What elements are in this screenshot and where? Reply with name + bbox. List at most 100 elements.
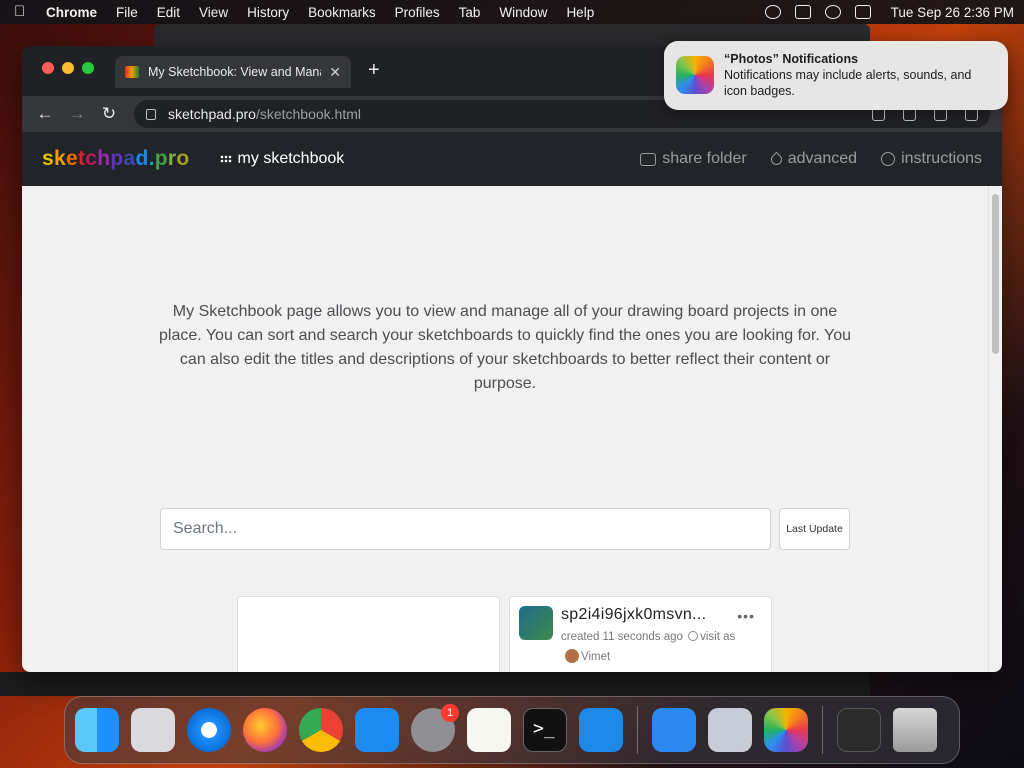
weather-icon[interactable]: [652, 708, 696, 752]
advanced-link[interactable]: advanced: [768, 150, 858, 168]
minimized-window-icon[interactable]: [837, 708, 881, 752]
reload-icon[interactable]: ↻: [98, 104, 120, 124]
menu-bar:  Chrome File Edit View History Bookmark…: [0, 0, 1024, 24]
logo-letter: p: [154, 147, 168, 170]
safari-icon[interactable]: [187, 708, 231, 752]
logo-letter: p: [110, 147, 124, 170]
wrench-icon: [768, 151, 784, 167]
chrome-icon[interactable]: [299, 708, 343, 752]
site-info-icon[interactable]: [146, 108, 156, 120]
photos-notification[interactable]: “Photos” Notifications Notifications may…: [664, 41, 1008, 110]
tab-sketchbook[interactable]: My Sketchbook: View and Manage ✕: [115, 56, 351, 88]
menu-tab[interactable]: Tab: [459, 5, 481, 20]
instructions-link[interactable]: instructions: [881, 150, 982, 168]
dock-separator: [637, 706, 638, 754]
intro-paragraph: My Sketchbook page allows you to view an…: [158, 303, 851, 392]
menu-window[interactable]: Window: [499, 5, 547, 20]
back-arrow-icon[interactable]: ←: [34, 104, 56, 124]
as-label: as: [723, 631, 736, 643]
forward-arrow-icon[interactable]: →: [66, 104, 88, 124]
grid-icon: [219, 155, 232, 163]
my-sketchbook-label: my sketchbook: [237, 150, 345, 167]
menu-app-chrome[interactable]: Chrome: [46, 5, 97, 20]
launchpad-icon[interactable]: [131, 708, 175, 752]
sketchboard-card[interactable]: sp2i4i96jxk0msvn... ••• created 11 secon…: [509, 596, 772, 672]
logo-letter: s: [42, 147, 54, 170]
notification-text: “Photos” Notifications Notifications may…: [724, 51, 996, 100]
menu-help[interactable]: Help: [566, 5, 594, 20]
folder-icon: [640, 152, 657, 166]
instructions-label: instructions: [901, 150, 982, 167]
settings-badge: 1: [441, 704, 459, 722]
trash-icon[interactable]: [893, 708, 937, 752]
site-logo[interactable]: sketchpad.pro: [42, 147, 190, 171]
url-host: sketchpad.pro: [168, 106, 256, 122]
terminal-glyph: >_: [533, 718, 555, 739]
avatar: [565, 649, 579, 663]
minimize-window-button[interactable]: [62, 62, 74, 74]
vscode-icon[interactable]: [579, 708, 623, 752]
textedit-icon[interactable]: [467, 708, 511, 752]
sort-last-update-button[interactable]: Last Update: [779, 508, 850, 550]
site-favicon-icon: [125, 66, 139, 78]
logo-letter: h: [97, 147, 111, 170]
info-icon: [881, 152, 896, 166]
my-sketchbook-link[interactable]: my sketchbook: [219, 150, 345, 168]
control-center-icon[interactable]: [854, 5, 871, 19]
background-window-bottom: [0, 672, 870, 696]
firefox-icon[interactable]: [243, 708, 287, 752]
site-nav-links: share folder advanced instructions: [640, 150, 982, 168]
app-store-icon[interactable]: [355, 708, 399, 752]
sketchboard-title[interactable]: sp2i4i96jxk0msvn...: [561, 606, 706, 624]
browser-window: My Sketchbook: View and Manage ✕ + ← → ↻…: [22, 46, 1002, 672]
tab-close-icon[interactable]: ✕: [329, 64, 341, 81]
created-time: created 11 seconds ago: [561, 631, 683, 643]
logo-letter: c: [85, 147, 98, 170]
menu-profiles[interactable]: Profiles: [395, 5, 440, 20]
play-icon[interactable]: [764, 5, 781, 19]
spotlight-search-icon[interactable]: [824, 5, 841, 19]
scrollbar-thumb[interactable]: [992, 194, 999, 354]
screen-mirroring-icon[interactable]: [794, 5, 811, 19]
close-window-button[interactable]: [42, 62, 54, 74]
terminal-icon[interactable]: >_: [523, 708, 567, 752]
site-navbar: sketchpad.pro my sketchbook share folder…: [22, 132, 1002, 186]
apple-icon[interactable]: : [14, 4, 28, 20]
url-path: /sketchbook.html: [255, 106, 362, 122]
finder-icon[interactable]: [75, 708, 119, 752]
share-folder-label: share folder: [662, 150, 747, 167]
zoom-window-button[interactable]: [82, 62, 94, 74]
advanced-label: advanced: [787, 150, 858, 167]
menu-clock[interactable]: Tue Sep 26 2:36 PM: [891, 5, 1014, 20]
new-tab-button[interactable]: +: [368, 60, 380, 80]
window-controls: [42, 62, 94, 74]
dock-separator: [822, 706, 823, 754]
logo-letter: e: [65, 147, 78, 170]
menu-file[interactable]: File: [116, 5, 138, 20]
share-folder-link[interactable]: share folder: [640, 150, 747, 168]
menu-history[interactable]: History: [247, 5, 289, 20]
preview-icon[interactable]: [708, 708, 752, 752]
tab-title: My Sketchbook: View and Manage: [148, 65, 322, 79]
logo-letter: o: [176, 147, 190, 170]
page-content: My Sketchbook page allows you to view an…: [22, 186, 988, 672]
page-scrollbar[interactable]: [988, 186, 1002, 672]
menu-bookmarks[interactable]: Bookmarks: [308, 5, 376, 20]
visit-link[interactable]: visit: [700, 631, 720, 643]
search-input[interactable]: [160, 508, 771, 550]
sketchboard-card-new[interactable]: [237, 596, 500, 672]
menu-view[interactable]: View: [199, 5, 228, 20]
menu-edit[interactable]: Edit: [157, 5, 180, 20]
system-settings-icon[interactable]: 1: [411, 704, 459, 752]
dock: 1 >_: [64, 696, 960, 764]
sketchboard-meta: created 11 seconds ago visit as Vimet: [561, 627, 741, 667]
more-options-icon[interactable]: •••: [737, 608, 755, 624]
user-name[interactable]: Vimet: [581, 651, 610, 663]
notification-body: Notifications may include alerts, sounds…: [724, 68, 972, 98]
status-area: Tue Sep 26 2:36 PM: [764, 5, 1014, 20]
logo-letter: d: [135, 147, 149, 170]
logo-letter: k: [53, 147, 66, 170]
photos-icon[interactable]: [764, 708, 808, 752]
notification-title: “Photos” Notifications: [724, 52, 859, 66]
sketchboard-thumbnail[interactable]: [519, 606, 553, 640]
